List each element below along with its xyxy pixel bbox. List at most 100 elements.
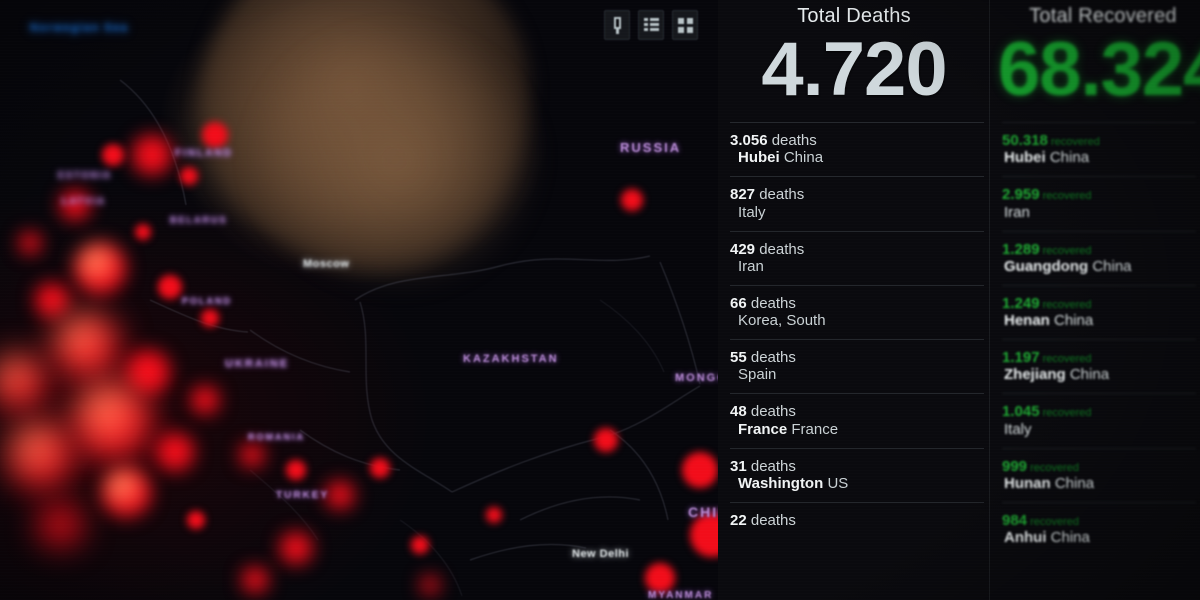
case-bubble[interactable] [421, 576, 439, 594]
row-unit-label: deaths [755, 186, 805, 204]
case-bubble[interactable] [35, 283, 69, 317]
case-bubble[interactable] [682, 452, 718, 488]
row-unit-label: recovered [1039, 298, 1092, 311]
table-row[interactable]: 1.045 recovered Italy [1002, 393, 1196, 447]
case-bubble[interactable] [102, 144, 124, 166]
row-unit-label: recovered [1027, 461, 1080, 474]
case-bubble[interactable] [202, 122, 228, 148]
row-country: Iran [1004, 203, 1030, 221]
row-count-line: 55 deaths [730, 349, 984, 366]
case-bubble[interactable] [645, 563, 675, 593]
case-bubble[interactable] [132, 135, 172, 175]
row-country: US [827, 474, 849, 492]
row-country: Spain [738, 366, 777, 384]
case-bubble[interactable] [240, 443, 264, 467]
case-bubble[interactable] [74, 242, 126, 294]
case-bubble[interactable] [242, 567, 268, 593]
total-deaths-header: Total Deaths 4.720 [718, 0, 990, 108]
case-bubble[interactable] [135, 224, 151, 240]
row-count-line: 999 recovered [1002, 458, 1196, 475]
map-label-city: New Delhi [572, 548, 630, 560]
case-bubble[interactable] [191, 386, 219, 414]
table-row[interactable]: 1.289 recovered Guangdong China [1002, 230, 1196, 285]
map-label-country: UKRAINE [225, 358, 290, 370]
case-bubble[interactable] [72, 380, 152, 460]
case-bubble[interactable] [594, 428, 618, 452]
case-bubble[interactable] [158, 275, 182, 299]
table-row[interactable]: 2.959 recovered Iran [1002, 176, 1196, 230]
grid-view-icon[interactable] [672, 10, 698, 40]
case-bubble[interactable] [39, 504, 81, 546]
case-bubble[interactable] [326, 481, 354, 509]
deaths-list[interactable]: 3.056 deaths Hubei China 827 deaths Italy 42… [718, 122, 990, 538]
row-location-line: Hubei China [730, 149, 984, 167]
case-bubble[interactable] [280, 532, 312, 564]
table-row[interactable]: 31 deaths Washington US [730, 447, 984, 502]
table-row[interactable]: 50.318 recovered Hubei China [1002, 122, 1196, 176]
row-count-line: 3.056 deaths [730, 132, 984, 149]
table-row[interactable]: 999 recovered Hunan China [1002, 447, 1196, 502]
row-location-line: Italy [730, 204, 984, 222]
case-bubble[interactable] [6, 421, 74, 489]
map-pin-tool-icon[interactable] [604, 10, 630, 40]
case-bubble[interactable] [370, 458, 390, 478]
total-deaths-title: Total Deaths [797, 5, 911, 27]
row-region: Anhui [1004, 529, 1051, 546]
case-bubble[interactable] [621, 189, 643, 211]
row-unit-label: deaths [746, 511, 796, 529]
row-count: 1.249 [1002, 294, 1040, 312]
map-label-country: POLAND [182, 296, 232, 306]
row-country: China [783, 149, 824, 167]
table-row[interactable]: 22 deaths [730, 501, 984, 538]
table-row[interactable]: 55 deaths Spain [730, 339, 984, 393]
row-count-line: 1.289 recovered [1002, 241, 1196, 258]
table-row[interactable]: 827 deaths Italy [730, 176, 984, 230]
row-count: 984 [1002, 511, 1028, 529]
case-bubble[interactable] [411, 536, 429, 554]
map-label-country: MYANMAR [648, 590, 714, 600]
case-bubble[interactable] [156, 433, 194, 471]
row-count-line: 1.249 recovered [1002, 295, 1196, 312]
row-unit-label: deaths [755, 240, 805, 258]
row-country: China [1092, 257, 1132, 275]
table-row[interactable]: 429 deaths Iran [730, 230, 984, 285]
map-label-country: ESTONIA [58, 170, 112, 180]
table-row[interactable]: 48 deaths France France [730, 393, 984, 447]
row-country: Italy [738, 203, 766, 221]
total-recovered-header: Total Recovered 68.324 [998, 0, 1200, 108]
case-bubble[interactable] [286, 460, 306, 480]
row-count-line: 2.959 recovered [1002, 186, 1196, 203]
map-toolbar[interactable] [604, 10, 698, 40]
table-row[interactable]: 1.249 recovered Henan China [1002, 284, 1196, 339]
row-count-line: 827 deaths [730, 186, 984, 203]
row-location-line: Guangdong China [1002, 258, 1196, 276]
row-count: 1.045 [1002, 403, 1040, 421]
case-bubble[interactable] [53, 312, 119, 378]
case-bubble[interactable] [201, 309, 219, 327]
table-row[interactable]: 984 recovered Anhui China [1002, 501, 1196, 556]
table-row[interactable]: 3.056 deaths Hubei China [730, 122, 984, 176]
case-bubble[interactable] [180, 167, 198, 185]
row-count-line: 984 recovered [1002, 512, 1196, 529]
case-bubble[interactable] [187, 511, 205, 529]
case-bubble[interactable] [486, 507, 502, 523]
row-count-line: 50.318 recovered [1002, 132, 1196, 149]
row-count-line: 48 deaths [730, 403, 984, 420]
world-map[interactable]: Norwegian Sea FINLAND ESTONIA LATVIA BELARUS… [0, 0, 722, 600]
table-row[interactable]: 66 deaths Korea, South [730, 284, 984, 339]
list-view-icon[interactable] [638, 10, 664, 40]
row-count: 48 [730, 403, 747, 421]
row-count-line: 66 deaths [730, 295, 984, 312]
row-count: 3.056 [730, 132, 768, 149]
case-bubble[interactable] [101, 467, 151, 517]
row-country: Korea, South [738, 312, 826, 329]
row-region: Zhejiang [1004, 366, 1070, 384]
row-count: 55 [730, 349, 747, 366]
case-bubble[interactable] [19, 232, 41, 254]
row-country: France [791, 420, 839, 438]
recovered-list[interactable]: 50.318 recovered Hubei China 2.959 recover… [990, 122, 1200, 556]
row-location-line: Zhejiang China [1002, 366, 1196, 384]
table-row[interactable]: 1.197 recovered Zhejiang China [1002, 339, 1196, 393]
row-location-line: Hubei China [1002, 149, 1196, 167]
row-unit-label: deaths [746, 294, 796, 312]
